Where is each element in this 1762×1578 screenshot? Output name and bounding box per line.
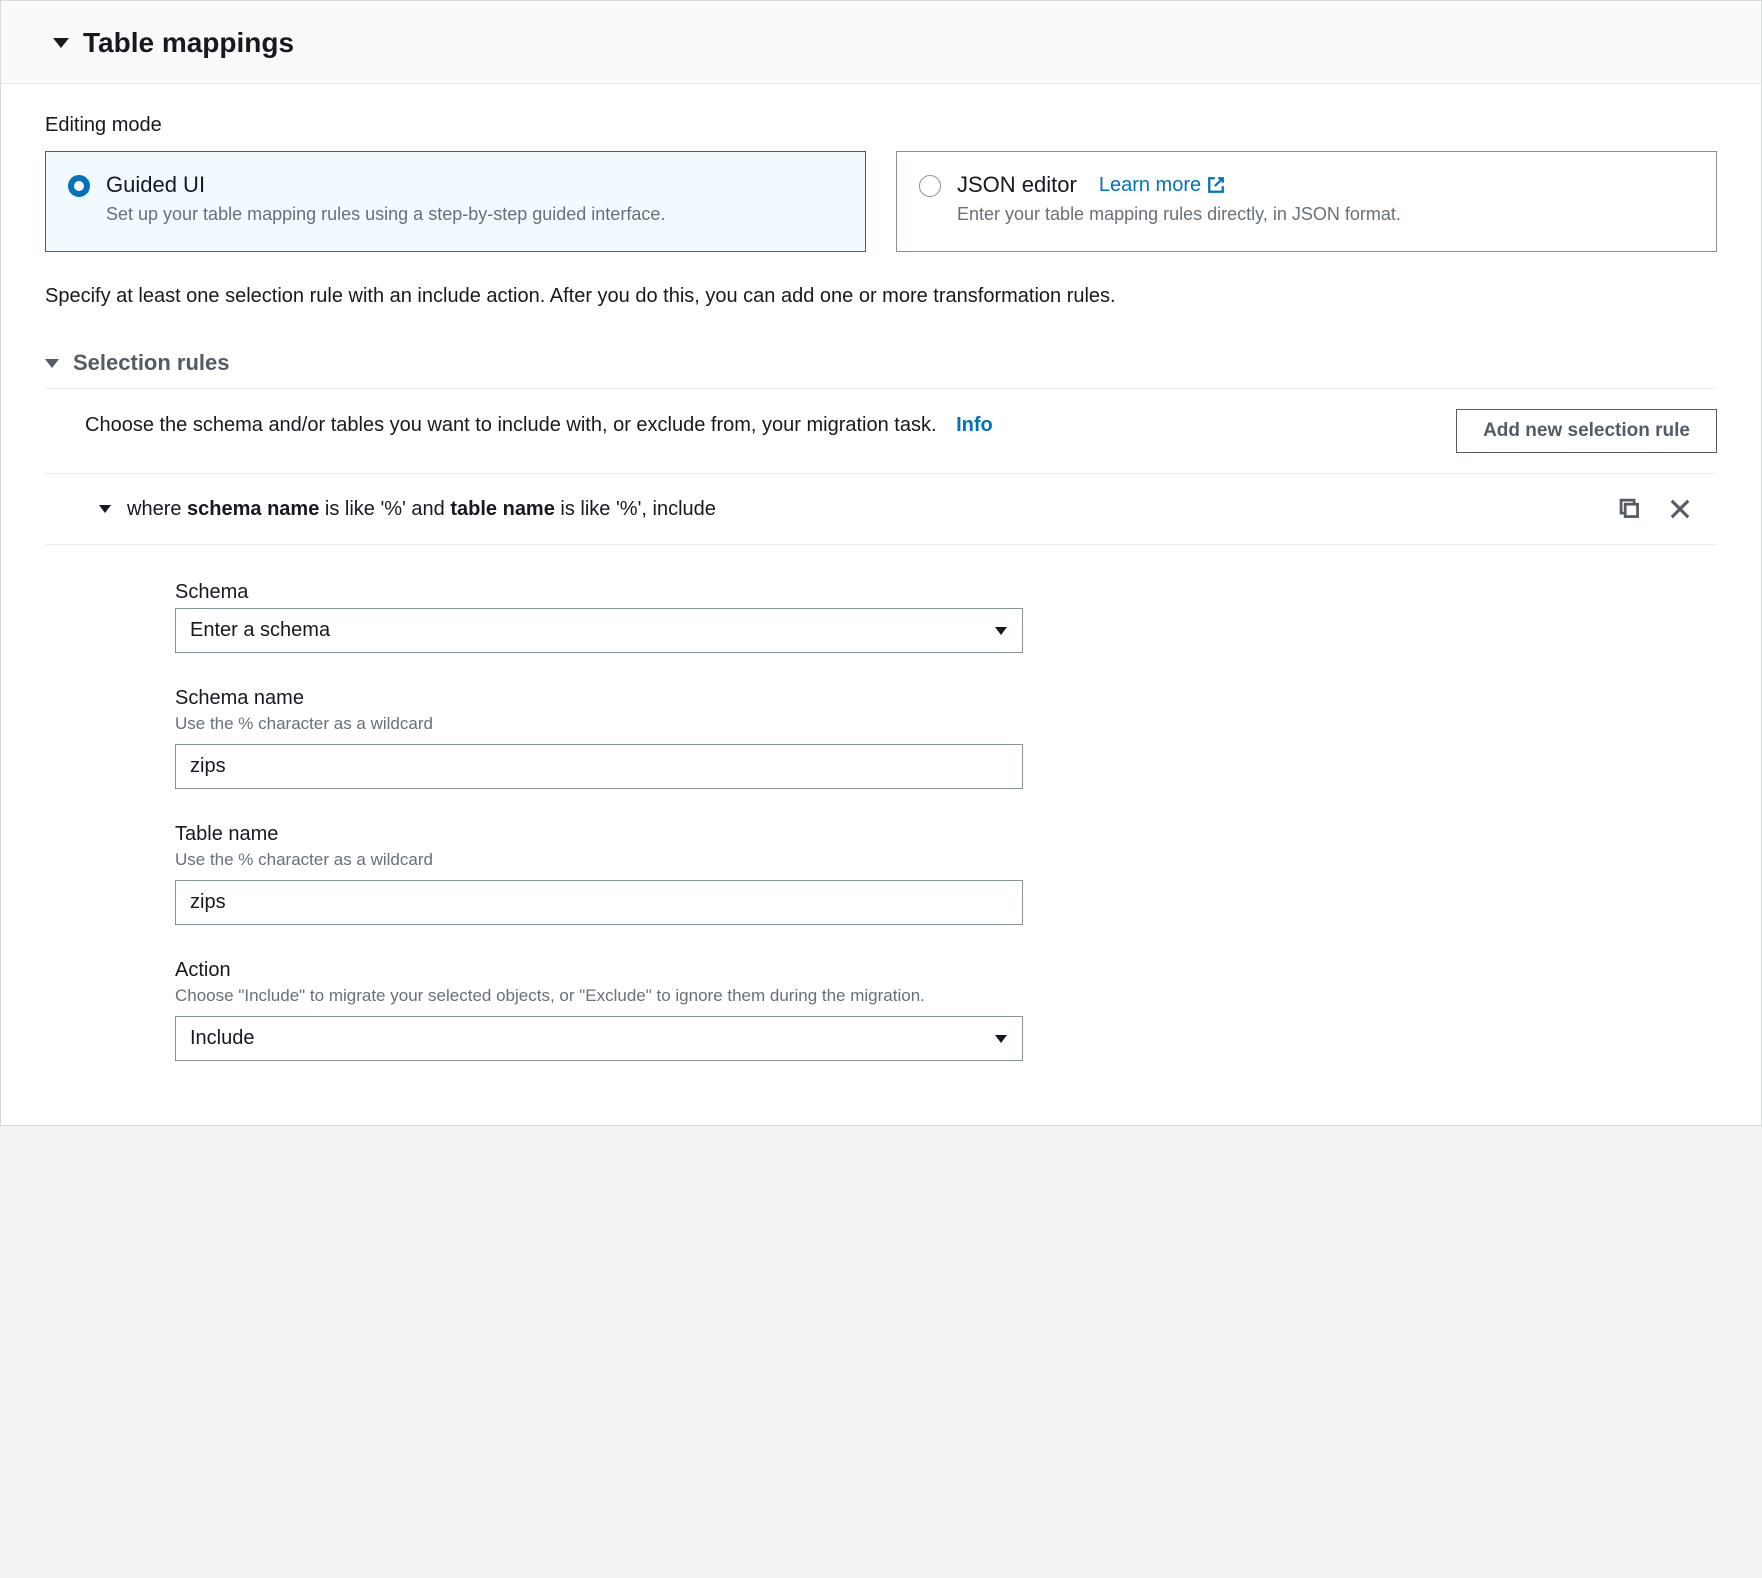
add-selection-rule-button[interactable]: Add new selection rule <box>1456 409 1717 453</box>
action-hint: Choose "Include" to migrate your selecte… <box>175 986 1023 1006</box>
info-paragraph: Specify at least one selection rule with… <box>45 282 1717 310</box>
radio-selected-icon <box>68 175 90 197</box>
radio-unselected-icon <box>919 175 941 197</box>
table-mappings-panel: Table mappings Editing mode Guided UI Se… <box>0 0 1762 1126</box>
schema-name-group: Schema name Use the % character as a wil… <box>175 687 1023 789</box>
editing-mode-label: Editing mode <box>45 114 1717 137</box>
rule-actions <box>1615 494 1695 524</box>
guided-title: Guided UI <box>106 172 665 198</box>
schema-name-hint: Use the % character as a wildcard <box>175 714 1023 734</box>
selection-rules-desc: Choose the schema and/or tables you want… <box>85 409 1416 441</box>
action-label: Action <box>175 959 1023 982</box>
collapse-icon <box>53 38 69 48</box>
schema-group: Schema Enter a schema <box>175 581 1023 653</box>
duplicate-rule-button[interactable] <box>1615 494 1645 524</box>
selection-rules-header[interactable]: Selection rules <box>45 350 1717 389</box>
selection-rules-subheader: Choose the schema and/or tables you want… <box>45 389 1717 474</box>
table-name-label: Table name <box>175 823 1023 846</box>
table-name-hint: Use the % character as a wildcard <box>175 850 1023 870</box>
collapse-icon <box>45 359 59 368</box>
page-title: Table mappings <box>83 27 294 59</box>
action-group: Action Choose "Include" to migrate your … <box>175 959 1023 1061</box>
rule-summary: where schema name is like '%' and table … <box>127 498 716 521</box>
rule-form: Schema Enter a schema Schema name Use th… <box>45 545 1045 1061</box>
panel-body: Editing mode Guided UI Set up your table… <box>1 84 1761 1125</box>
guided-desc: Set up your table mapping rules using a … <box>106 202 665 227</box>
external-link-icon <box>1207 176 1225 194</box>
selection-rules-section: Selection rules Choose the schema and/or… <box>45 350 1717 1061</box>
table-name-group: Table name Use the % character as a wild… <box>175 823 1023 925</box>
table-name-input[interactable] <box>175 880 1023 925</box>
schema-select[interactable]: Enter a schema <box>175 608 1023 653</box>
learn-more-link[interactable]: Learn more <box>1099 174 1225 197</box>
action-select[interactable]: Include <box>175 1016 1023 1061</box>
schema-label: Schema <box>175 581 1023 604</box>
panel-header[interactable]: Table mappings <box>1 1 1761 84</box>
schema-name-input[interactable] <box>175 744 1023 789</box>
json-desc: Enter your table mapping rules directly,… <box>957 202 1401 227</box>
rule-toggle[interactable]: where schema name is like '%' and table … <box>99 498 716 521</box>
delete-rule-button[interactable] <box>1665 494 1695 524</box>
editing-mode-json-tile[interactable]: JSON editor Learn more Enter your table … <box>896 151 1717 252</box>
editing-mode-group: Guided UI Set up your table mapping rule… <box>45 151 1717 252</box>
copy-icon <box>1619 498 1641 520</box>
editing-mode-guided-tile[interactable]: Guided UI Set up your table mapping rule… <box>45 151 866 252</box>
collapse-icon <box>99 505 111 513</box>
json-title: JSON editor <box>957 172 1077 198</box>
schema-name-label: Schema name <box>175 687 1023 710</box>
selection-rule-row: where schema name is like '%' and table … <box>45 474 1717 545</box>
close-icon <box>1669 498 1691 520</box>
info-link[interactable]: Info <box>956 414 993 436</box>
selection-rules-title: Selection rules <box>73 350 230 376</box>
